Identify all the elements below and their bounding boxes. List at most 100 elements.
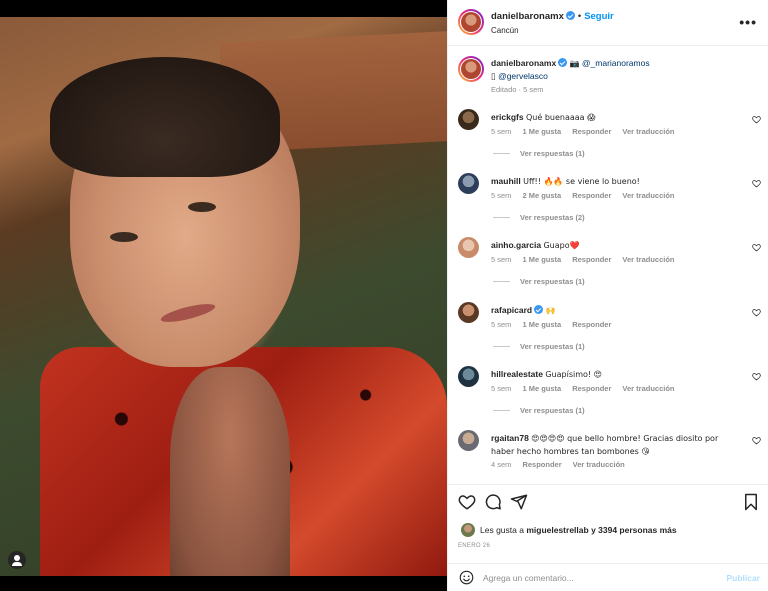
verified-icon [534,305,544,314]
like-comment-icon[interactable] [752,372,761,381]
commenter-avatar[interactable] [458,237,479,258]
like-icon[interactable] [458,493,476,511]
photo-hair [50,57,280,177]
like-comment-icon[interactable] [752,115,761,124]
likes-prefix: Les gusta a [480,525,524,535]
like-comment-icon[interactable] [752,179,761,188]
comment-composer: Publicar [448,563,768,591]
comment-likes[interactable]: 1 Me gusta [522,127,561,136]
comments-list[interactable]: danielbaronamx 📷 @_marianoramos ▯ @gerve… [448,47,768,484]
emoji-icon[interactable] [459,570,474,585]
commenter-username[interactable]: rafapicard [491,305,532,315]
view-replies-button[interactable]: Ver respuestas (1) [493,149,585,158]
post-media [0,0,447,591]
header-separator: • [577,11,582,22]
comment-likes[interactable]: 2 Me gusta [522,191,561,200]
author-username[interactable]: danielbaronamx [491,11,564,22]
replies-divider [493,153,510,154]
commenter-username[interactable]: erickgfs [491,112,524,122]
likes-summary[interactable]: Les gusta a miguelestrellab y 3394 perso… [461,523,677,537]
translate-button[interactable]: Ver traducción [573,460,625,469]
post-photo[interactable] [0,17,447,576]
save-icon[interactable] [742,493,760,511]
follow-button[interactable]: Seguir [584,11,614,22]
post-location[interactable]: Cancún [491,26,519,35]
translate-button[interactable]: Ver traducción [622,127,674,136]
comment-text: Guapísimo! 😍 [545,370,602,379]
photo-chest [170,367,290,576]
comment-time[interactable]: 5 sem [491,384,511,393]
tagged-users-icon[interactable] [8,551,26,569]
commenter-avatar[interactable] [458,366,479,387]
commenter-avatar[interactable] [458,430,479,451]
comment-time[interactable]: 5 sem [491,320,511,329]
caption-mention-2[interactable]: @gervelasco [498,71,548,81]
comment-text: Qué buenaaaa 😱 [525,113,596,122]
commenter-username[interactable]: rgaitan78 [491,433,529,443]
caption-bullet: ▯ [491,71,496,81]
caption-edited-time: Editado · 5 sem [491,85,544,94]
comment-time[interactable]: 5 sem [491,127,511,136]
comment-likes[interactable]: 1 Me gusta [522,320,561,329]
caption-username[interactable]: danielbaronamx [491,58,556,68]
comment-text: 🙌 [545,306,556,315]
share-icon[interactable] [510,493,528,511]
photo-eye-left [110,232,138,242]
view-replies-button[interactable]: Ver respuestas (2) [493,213,585,222]
caption-avatar[interactable] [458,56,484,82]
view-replies-label: Ver respuestas (1) [520,277,585,286]
post-header: danielbaronamx • Seguir Cancún ••• [448,0,768,46]
publish-button[interactable]: Publicar [726,573,760,583]
translate-button[interactable]: Ver traducción [622,191,674,200]
reply-button[interactable]: Responder [572,384,611,393]
reply-button[interactable]: Responder [572,127,611,136]
post-panel: danielbaronamx • Seguir Cancún ••• danielb… [447,0,768,591]
comment-likes[interactable]: 1 Me gusta [522,384,561,393]
view-replies-button[interactable]: Ver respuestas (1) [493,342,585,351]
comment-likes[interactable]: 1 Me gusta [522,255,561,264]
instagram-post-modal: danielbaronamx • Seguir Cancún ••• danielb… [0,0,768,591]
view-replies-label: Ver respuestas (1) [520,406,585,415]
commenter-avatar[interactable] [458,173,479,194]
translate-button[interactable]: Ver traducción [622,255,674,264]
likes-count[interactable]: y 3394 personas más [591,525,677,535]
commenter-avatar[interactable] [458,109,479,130]
view-replies-button[interactable]: Ver respuestas (1) [493,406,585,415]
view-replies-label: Ver respuestas (1) [520,342,585,351]
replies-divider [493,217,510,218]
view-replies-label: Ver respuestas (2) [520,213,585,222]
comment-text: Uff!! 🔥🔥 se viene lo bueno! [523,177,640,186]
author-avatar[interactable] [458,9,484,35]
view-replies-label: Ver respuestas (1) [520,149,585,158]
like-comment-icon[interactable] [752,436,761,445]
commenter-username[interactable]: hillrealestate [491,369,543,379]
comment-time[interactable]: 5 sem [491,255,511,264]
camera-emoji: 📷 [569,59,580,68]
view-replies-button[interactable]: Ver respuestas (1) [493,277,585,286]
post-actions: Les gusta a miguelestrellab y 3394 perso… [448,484,768,557]
like-comment-icon[interactable] [752,308,761,317]
replies-divider [493,346,510,347]
comment-input[interactable] [483,570,713,585]
commenter-avatar[interactable] [458,302,479,323]
comment-text: Guapo❤️ [543,241,580,250]
like-comment-icon[interactable] [752,243,761,252]
more-options-icon[interactable]: ••• [739,15,757,29]
comment-time[interactable]: 4 sem [491,460,511,469]
comment-icon[interactable] [484,493,502,511]
commenter-username[interactable]: ainho.garcia [491,240,541,250]
translate-button[interactable]: Ver traducción [622,384,674,393]
verified-icon [558,58,568,67]
liker-username[interactable]: miguelestrellab [526,525,588,535]
comment-time[interactable]: 5 sem [491,191,511,200]
replies-divider [493,410,510,411]
reply-button[interactable]: Responder [572,320,611,329]
reply-button[interactable]: Responder [572,191,611,200]
replies-divider [493,281,510,282]
verified-icon [565,11,575,20]
reply-button[interactable]: Responder [572,255,611,264]
caption-mention-1[interactable]: @_marianoramos [582,58,650,68]
liker-avatar [461,523,475,537]
commenter-username[interactable]: mauhill [491,176,521,186]
reply-button[interactable]: Responder [522,460,561,469]
